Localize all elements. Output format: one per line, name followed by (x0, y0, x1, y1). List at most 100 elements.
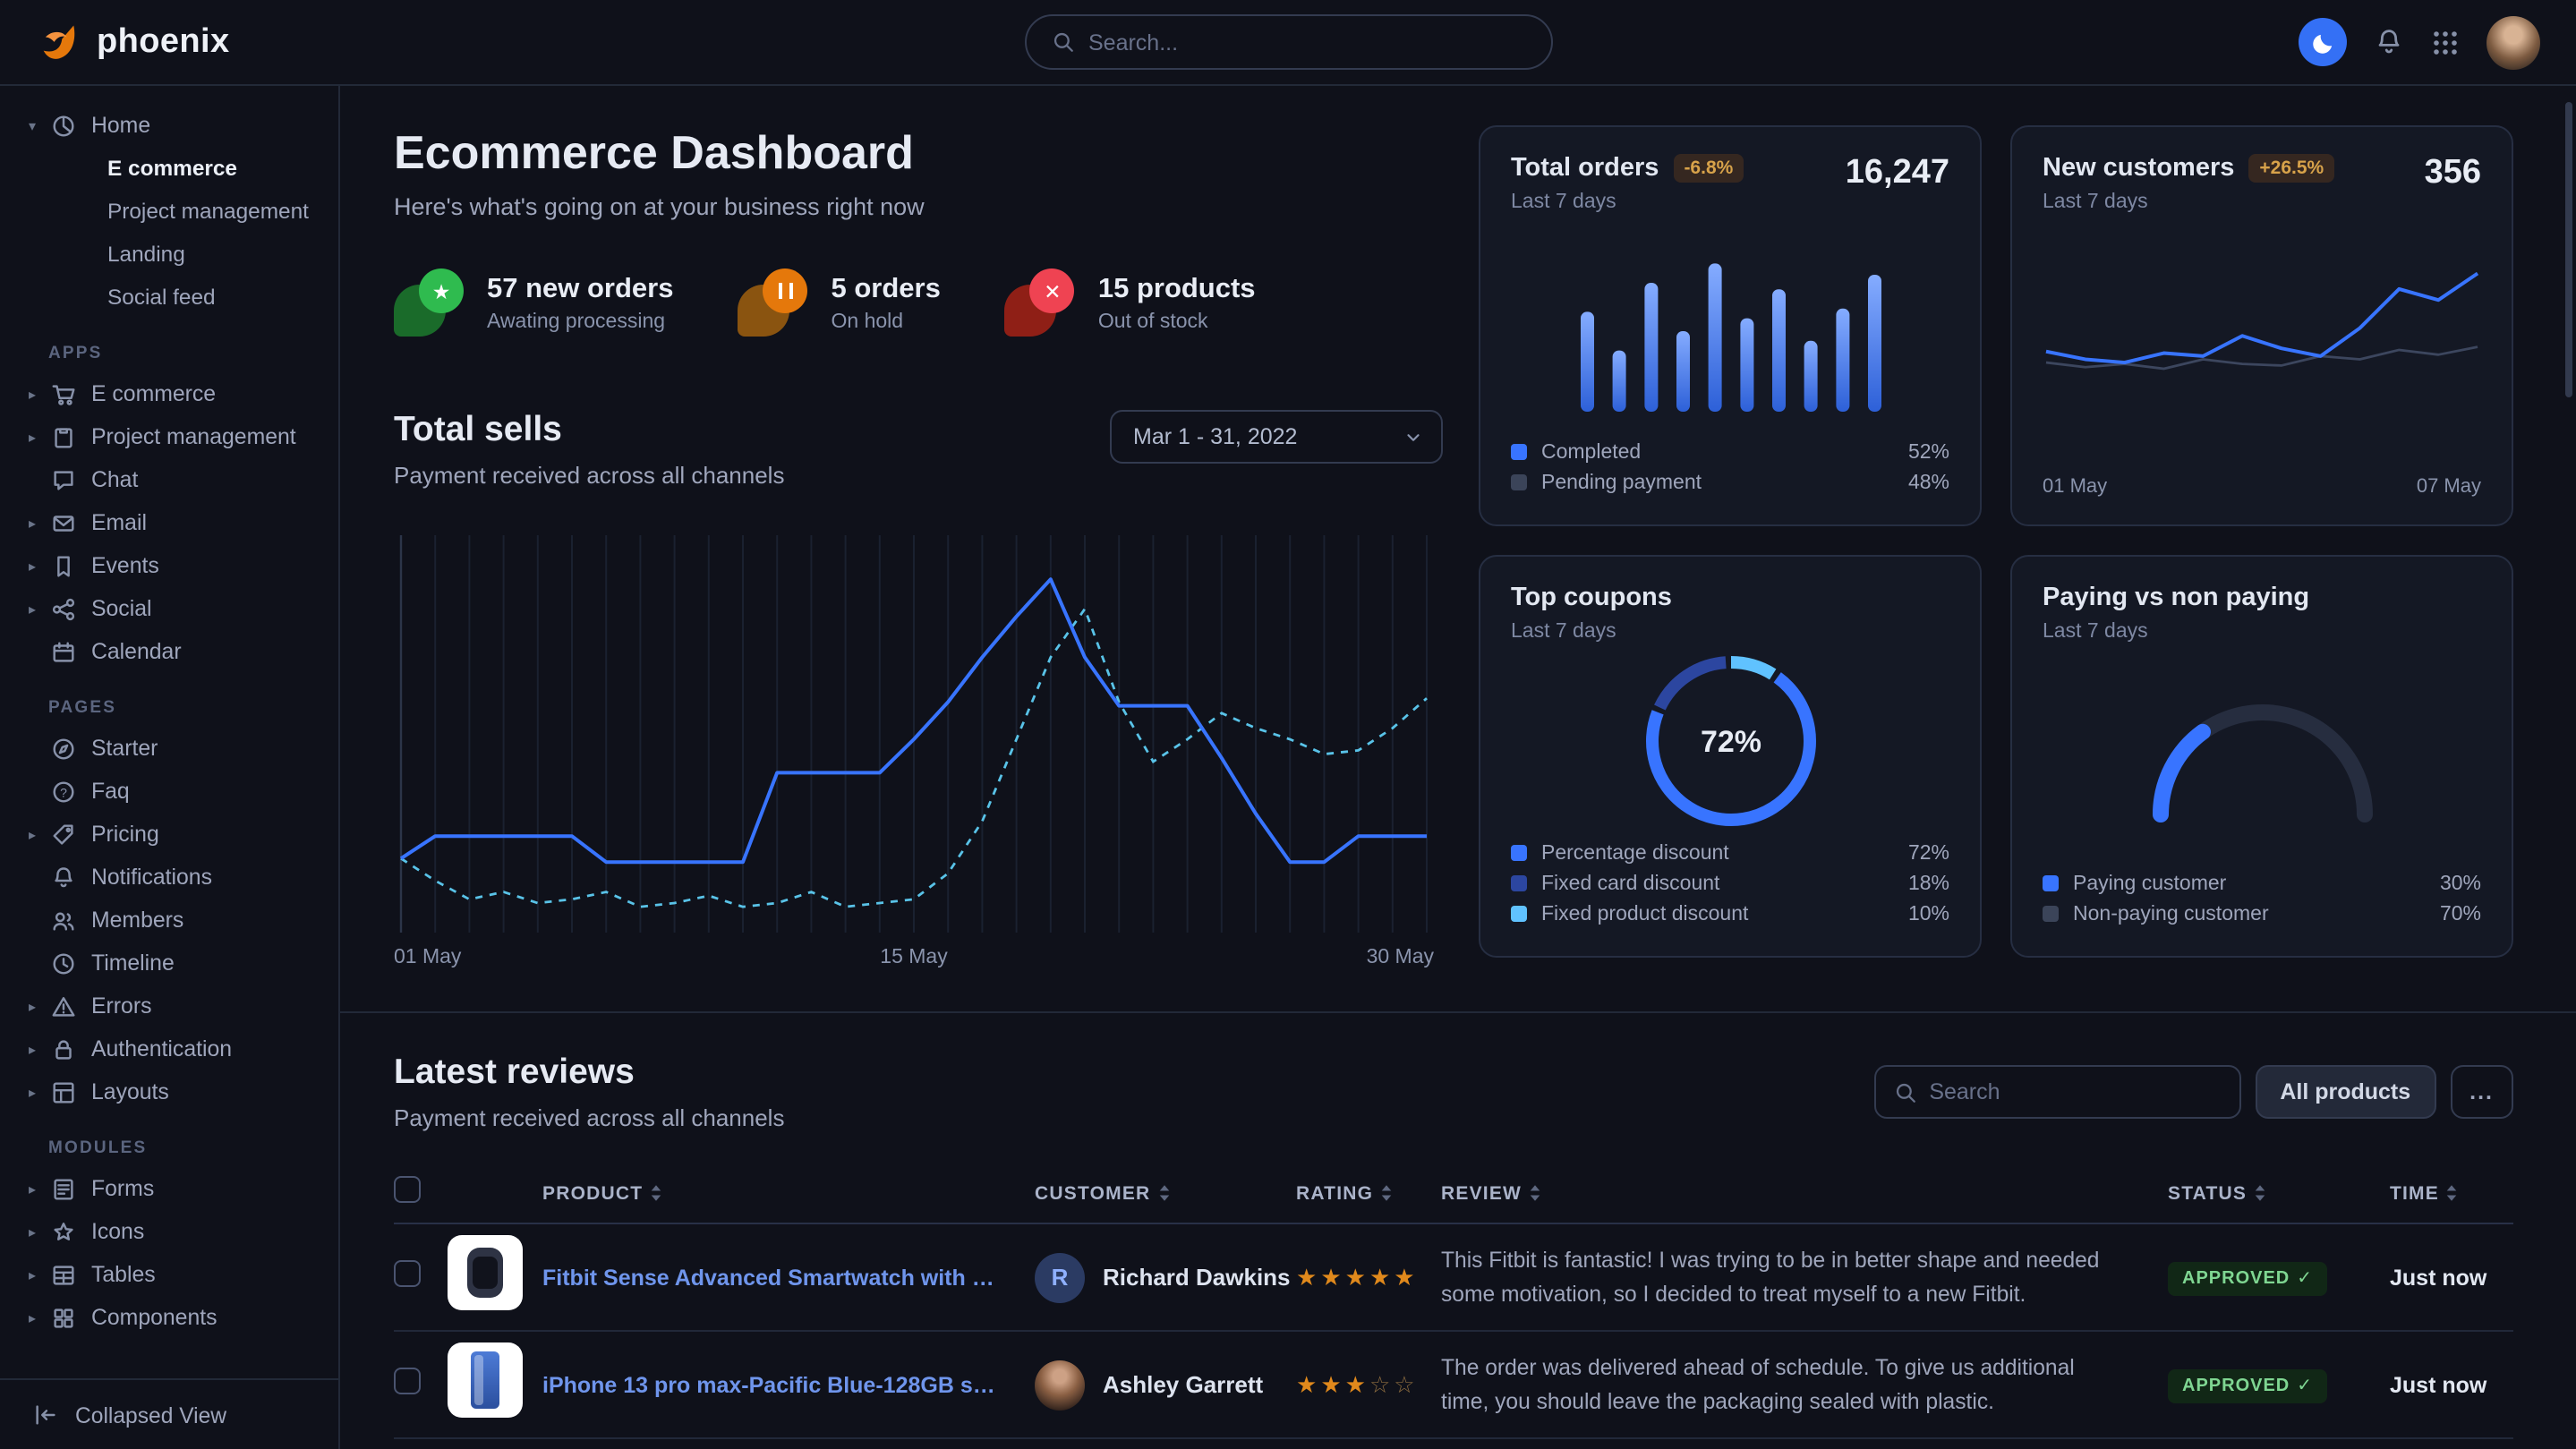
sort-icon (1529, 1183, 1541, 1203)
legend-value: 48% (1908, 472, 1949, 493)
apps-grid-button[interactable] (2431, 28, 2460, 56)
sidebar-item-e-commerce[interactable]: ▸E commerce (0, 372, 338, 415)
column-header-status[interactable]: STATUS (2168, 1182, 2390, 1204)
sidebar-item-label: Project management (91, 424, 296, 449)
sidebar-item-project-management[interactable]: ▸ Project management (0, 415, 338, 458)
brand[interactable]: phoenix (36, 19, 230, 65)
sidebar-item-notifications[interactable]: Notifications (0, 856, 338, 899)
column-header-product[interactable]: PRODUCT (542, 1182, 1035, 1204)
navbar-search-input[interactable] (1088, 30, 1525, 55)
sidebar-item-timeline[interactable]: Timeline (0, 942, 338, 984)
kpi-cards-grid: Total orders -6.8% Last 7 days 16,247 Co… (1479, 125, 2513, 968)
card-period: Last 7 days (1511, 192, 1744, 213)
row-checkbox[interactable] (394, 1259, 421, 1286)
grid-icon (2431, 28, 2460, 56)
page-title: Ecommerce Dashboard (394, 125, 1443, 181)
card-period: Last 7 days (1511, 621, 1672, 643)
select-all-checkbox[interactable] (394, 1175, 421, 1202)
caret-right-icon: ▸ (29, 998, 50, 1014)
legend-value: 10% (1908, 903, 1949, 925)
sidebar-item-starter[interactable]: Starter (0, 727, 338, 770)
sidebar-item-forms[interactable]: ▸Forms (0, 1167, 338, 1210)
legend-label: Fixed product discount (1541, 903, 1894, 925)
total-orders-bar-chart (1573, 239, 1888, 411)
caret-right-icon: ▸ (29, 558, 50, 574)
legend-item-non-paying-customer: Non-paying customer70% (2043, 899, 2481, 929)
form-icon (50, 1175, 77, 1202)
column-header-review[interactable]: REVIEW (1441, 1182, 2168, 1204)
navbar-search[interactable] (1024, 14, 1552, 70)
date-range-select[interactable]: Mar 1 - 31, 2022 (1110, 410, 1443, 464)
stat-awating-processing: ★57 new ordersAwating processing (394, 267, 674, 338)
theme-toggle-button[interactable] (2299, 18, 2347, 66)
product-link[interactable]: iPhone 13 pro max-Pacific Blue-128GB sto… (542, 1372, 1035, 1397)
legend-swatch (1511, 444, 1527, 460)
sidebar-item-social[interactable]: ▸Social (0, 587, 338, 630)
legend-label: Non-paying customer (2073, 903, 2426, 925)
review-row: iPhone 13 pro max-Pacific Blue-128GB sto… (394, 1332, 2513, 1439)
stat-value: 15 products (1098, 273, 1256, 305)
page-scrollbar[interactable] (2565, 102, 2572, 397)
sidebar-item-errors[interactable]: ▸Errors (0, 984, 338, 1027)
reviews-search-input[interactable] (1929, 1079, 2221, 1104)
sidebar-item-faq[interactable]: ?Faq (0, 770, 338, 813)
bookmark-icon (50, 552, 77, 579)
sidebar-item-pricing[interactable]: ▸Pricing (0, 813, 338, 856)
sidebar-item-e-commerce[interactable]: E commerce (0, 147, 338, 190)
sidebar-item-landing[interactable]: Landing (0, 233, 338, 276)
legend-label: Completed (1541, 441, 1894, 463)
sidebar-item-social-feed[interactable]: Social feed (0, 276, 338, 319)
sidebar-item-label: Icons (91, 1219, 144, 1244)
sort-icon (1157, 1183, 1170, 1203)
row-checkbox[interactable] (394, 1367, 421, 1394)
sidebar-item-tables[interactable]: ▸Tables (0, 1253, 338, 1296)
legend-value: 18% (1908, 873, 1949, 894)
collapsed-view-label: Collapsed View (75, 1402, 226, 1428)
sidebar-item-home[interactable]: ▾Home (0, 104, 338, 147)
column-header-rating[interactable]: RATING (1296, 1182, 1441, 1204)
x-axis-label: 30 May (1367, 947, 1434, 968)
sidebar-item-project-management[interactable]: Project management (0, 190, 338, 233)
share-icon (50, 595, 77, 622)
stat-pause-icon (738, 267, 810, 338)
sidebar-item-chat[interactable]: Chat (0, 458, 338, 501)
column-header-customer[interactable]: CUSTOMER (1035, 1182, 1296, 1204)
svg-text:72%: 72% (1700, 724, 1761, 758)
caret-right-icon: ▸ (29, 429, 50, 445)
more-options-button[interactable]: ... (2450, 1065, 2513, 1119)
notifications-bell-button[interactable] (2374, 27, 2404, 57)
x-axis-label: 01 May (394, 947, 461, 968)
all-products-button[interactable]: All products (2255, 1065, 2435, 1119)
sidebar-item-layouts[interactable]: ▸Layouts (0, 1070, 338, 1113)
sidebar-item-icons[interactable]: ▸Icons (0, 1210, 338, 1253)
legend-item-pending-payment: Pending payment48% (1511, 467, 1949, 498)
sidebar-item-email[interactable]: ▸Email (0, 501, 338, 544)
caret-right-icon: ▸ (29, 1041, 50, 1057)
total-sells-title: Total sells (394, 410, 784, 451)
calendar-icon (50, 638, 77, 665)
column-header-time[interactable]: TIME (2390, 1182, 2513, 1204)
new-customers-line-chart (2043, 257, 2481, 432)
sidebar-item-members[interactable]: Members (0, 899, 338, 942)
total-orders-legend: Completed52%Pending payment48% (1511, 437, 1949, 498)
stat-on-hold: 5 ordersOn hold (738, 267, 941, 338)
sidebar-item-components[interactable]: ▸Components (0, 1296, 338, 1339)
caret-right-icon: ▸ (29, 515, 50, 531)
svg-text:?: ? (60, 784, 67, 798)
legend-swatch (1511, 906, 1527, 922)
sort-icon (1380, 1183, 1393, 1203)
legend-value: 72% (1908, 842, 1949, 864)
sidebar-item-calendar[interactable]: Calendar (0, 630, 338, 673)
sidebar: ▾HomeE commerceProject managementLanding… (0, 86, 340, 1449)
user-avatar[interactable] (2486, 15, 2540, 69)
product-link[interactable]: Fitbit Sense Advanced Smartwatch with To… (542, 1265, 1035, 1290)
reviews-search[interactable] (1873, 1065, 2240, 1119)
sidebar-item-authentication[interactable]: ▸Authentication (0, 1027, 338, 1070)
sidebar-item-events[interactable]: ▸Events (0, 544, 338, 587)
top-coupons-legend: Percentage discount72%Fixed card discoun… (1511, 838, 1949, 929)
collapsed-view-toggle[interactable]: Collapsed View (0, 1378, 338, 1449)
card-title: Total orders (1511, 154, 1659, 183)
total-sells-x-axis: 01 May15 May30 May (394, 947, 1434, 968)
total-sells-section: Total sells Payment received across all … (394, 410, 1443, 968)
sidebar-section-label-modules: MODULES (48, 1138, 338, 1158)
